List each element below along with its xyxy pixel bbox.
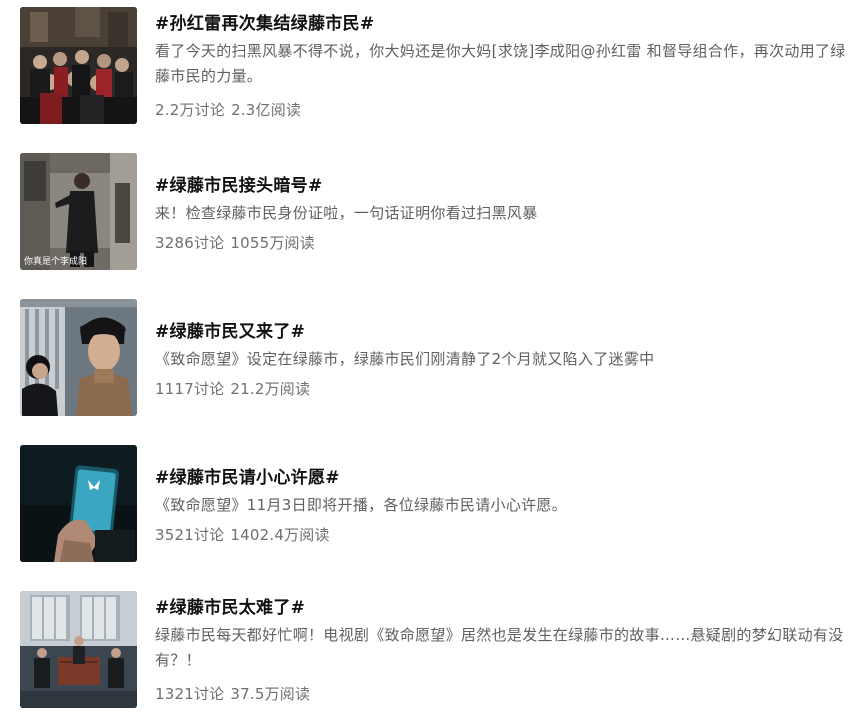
topic-item[interactable]: #孙红雷再次集结绿藤市民# 看了今天的扫黑风暴不得不说，你大妈还是你大妈[求饶]… — [0, 0, 866, 140]
topic-title[interactable]: #绿藤市民请小心许愿# — [155, 463, 340, 488]
read-count: 1055万阅读 — [230, 234, 315, 252]
topic-item[interactable]: #绿藤市民请小心许愿# 《致命愿望》11月3日即将开播，各位绿藤市民请小心许愿。… — [0, 438, 866, 578]
topic-description: 绿藤市民每天都好忙啊！电视剧《致命愿望》居然也是发生在绿藤市的故事……悬疑剧的梦… — [155, 626, 844, 669]
crowd-scene-thumbnail[interactable] — [20, 7, 137, 124]
discussion-count: 3286讨论 — [155, 234, 225, 252]
topic-description: 看了今天的扫黑风暴不得不说，你大妈还是你大妈[求饶]李成阳@孙红雷 和督导组合作… — [155, 42, 846, 85]
topic-stats: 1321讨论 37.5万阅读 — [155, 683, 310, 704]
discussion-count: 1117讨论 — [155, 380, 225, 398]
discussion-count: 2.2万讨论 — [155, 101, 226, 119]
topic-title[interactable]: #孙红雷再次集结绿藤市民# — [155, 9, 374, 34]
read-count: 37.5万阅读 — [230, 685, 311, 703]
topic-item[interactable]: #绿藤市民太难了# 绿藤市民每天都好忙啊！电视剧《致命愿望》居然也是发生在绿藤市… — [0, 584, 866, 718]
topic-description: 《致命愿望》11月3日即将开播，各位绿藤市民请小心许愿。 — [155, 496, 568, 514]
topic-description: 《致命愿望》设定在绿藤市，绿藤市民们刚清静了2个月就又陷入了迷雾中 — [155, 350, 655, 368]
discussion-count: 3521讨论 — [155, 526, 225, 544]
topic-stats: 3286讨论 1055万阅读 — [155, 232, 315, 253]
topic-title[interactable]: #绿藤市民接头暗号# — [155, 171, 323, 196]
topic-item[interactable]: 你真是个李成阳 #绿藤市民接头暗号# 来！检查绿藤市民身份证啦，一句话证明你看过… — [0, 146, 866, 286]
topic-description: 来！检查绿藤市民身份证啦，一句话证明你看过扫黑风暴 — [155, 204, 538, 222]
glowing-phone-thumbnail[interactable] — [20, 445, 137, 562]
topic-item[interactable]: #绿藤市民又来了# 《致命愿望》设定在绿藤市，绿藤市民们刚清静了2个月就又陷入了… — [0, 292, 866, 432]
man-in-hallway-thumbnail[interactable]: 你真是个李成阳 — [20, 153, 137, 270]
topic-title[interactable]: #绿藤市民太难了# — [155, 593, 305, 618]
topic-stats: 3521讨论 1402.4万阅读 — [155, 524, 330, 545]
topic-stats: 1117讨论 21.2万阅读 — [155, 378, 310, 399]
two-actors-thumbnail[interactable] — [20, 299, 137, 416]
topic-stats: 2.2万讨论 2.3亿阅读 — [155, 99, 301, 120]
read-count: 21.2万阅读 — [230, 380, 311, 398]
discussion-count: 1321讨论 — [155, 685, 225, 703]
topic-title[interactable]: #绿藤市民又来了# — [155, 317, 305, 342]
read-count: 2.3亿阅读 — [231, 101, 302, 119]
office-room-thumbnail[interactable] — [20, 591, 137, 708]
thumbnail-caption: 你真是个李成阳 — [24, 257, 88, 267]
read-count: 1402.4万阅读 — [230, 526, 330, 544]
